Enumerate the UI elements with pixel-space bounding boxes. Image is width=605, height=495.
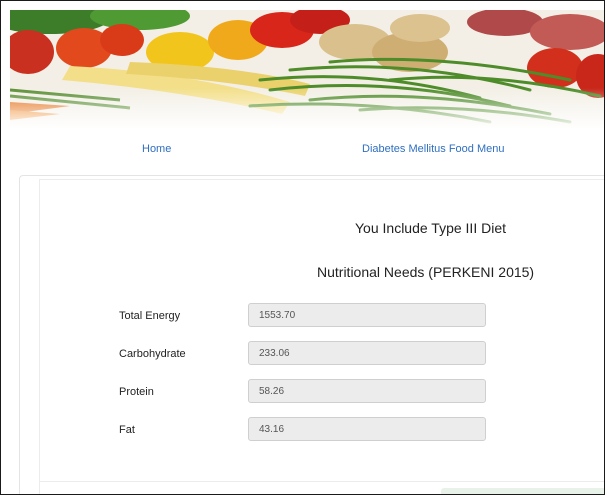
total-energy-label: Total Energy	[119, 310, 181, 322]
vegetables-banner-image	[10, 10, 604, 128]
top-navigation: Home Diabetes Mellitus Food Menu	[1, 137, 604, 161]
nav-home-link[interactable]: Home	[142, 143, 171, 155]
fat-label: Fat	[119, 424, 135, 436]
carbohydrate-field[interactable]: 233.06	[248, 341, 486, 365]
page-frame: Home Diabetes Mellitus Food Menu You Inc…	[0, 0, 605, 495]
vegetables-banner	[10, 10, 604, 128]
carbohydrate-label: Carbohydrate	[119, 348, 186, 360]
protein-label: Protein	[119, 386, 154, 398]
diet-type-heading: You Include Type III Diet	[355, 220, 506, 236]
nutritional-needs-heading: Nutritional Needs (PERKENI 2015)	[317, 264, 535, 280]
total-energy-field[interactable]: 1553.70	[248, 303, 486, 327]
panel-divider	[39, 481, 604, 482]
fat-field[interactable]: 43.16	[248, 417, 486, 441]
content-panel-body	[39, 179, 604, 494]
protein-field[interactable]: 58.26	[248, 379, 486, 403]
footer-button[interactable]	[441, 488, 604, 494]
nav-food-menu-link[interactable]: Diabetes Mellitus Food Menu	[362, 143, 504, 155]
